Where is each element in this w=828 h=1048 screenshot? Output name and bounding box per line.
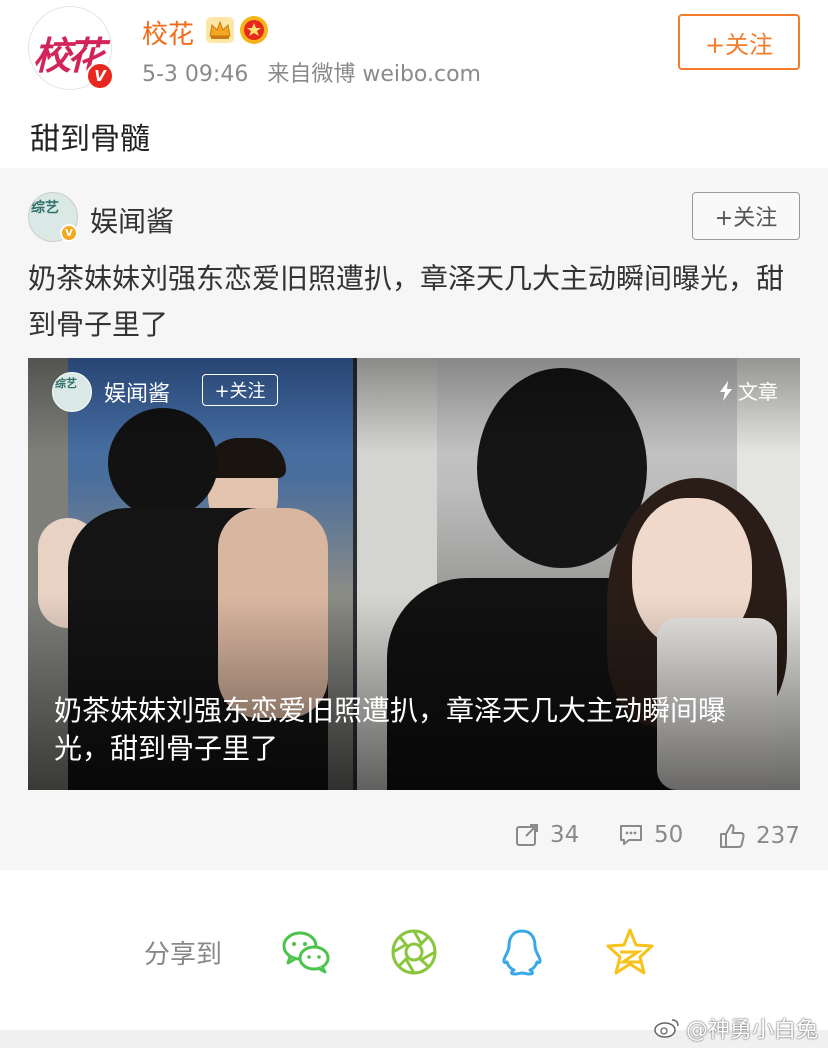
comment-count: 50: [654, 822, 684, 848]
wechat-icon[interactable]: [280, 926, 332, 978]
like-count: 237: [756, 823, 800, 849]
weibo-post: 校花 V 校花 5-3 09:46 来自微博 weibo.com +关注 甜到骨…: [0, 0, 828, 168]
repost-avatar-text: 综艺: [31, 200, 59, 216]
repost-verified-badge: V: [60, 224, 78, 242]
media-caption: 奶茶妹妹刘强东恋爱旧照遭扒，章泽天几大主动瞬间曝光，甜到骨子里了: [54, 694, 727, 765]
post-source[interactable]: 来自微博 weibo.com: [267, 62, 481, 87]
stats-row: 34 50 237: [0, 818, 828, 858]
like-stat[interactable]: 237: [718, 822, 800, 850]
share-label: 分享到: [144, 940, 223, 970]
watermark-text: @神勇小白兔: [685, 1018, 818, 1043]
user-name[interactable]: 校花: [142, 14, 194, 51]
media-user-name[interactable]: 娱闻酱: [104, 376, 170, 408]
watermark: @神勇小白兔: [654, 1012, 818, 1044]
qq-icon[interactable]: [496, 926, 548, 978]
verified-badge: V: [86, 62, 114, 90]
repost-stat[interactable]: 34: [514, 822, 579, 848]
media-avatar[interactable]: 综艺: [52, 372, 92, 412]
comment-stat[interactable]: 50: [618, 822, 683, 848]
post-meta: 5-3 09:46 来自微博 weibo.com: [142, 56, 493, 88]
crown-icon: [206, 17, 234, 43]
moments-icon[interactable]: [388, 926, 440, 978]
share-bar: 分享到: [0, 870, 828, 1030]
post-text: 甜到骨髓: [30, 122, 150, 157]
article-label: 文章: [738, 380, 778, 404]
repost-card[interactable]: 综艺 V 娱闻酱 +关注 奶茶妹妹刘强东恋爱旧照遭扒，章泽天几大主动瞬间曝光，甜…: [0, 168, 828, 870]
media-follow-button[interactable]: +关注: [202, 374, 278, 406]
repost-text[interactable]: 奶茶妹妹刘强东恋爱旧照遭扒，章泽天几大主动瞬间曝光，甜到骨子里了: [28, 256, 788, 348]
comment-icon: [620, 825, 642, 845]
post-time: 5-3 09:46: [142, 62, 249, 87]
repost-follow-button[interactable]: +关注: [692, 192, 800, 240]
thumbs-up-icon: [720, 824, 745, 848]
repost-count: 34: [550, 822, 580, 848]
repost-icon: [516, 824, 538, 846]
lightning-icon: [720, 380, 732, 401]
weibo-logo-icon: [654, 1019, 679, 1038]
article-media[interactable]: 综艺 娱闻酱 +关注 文章 奶茶妹妹刘强东恋爱旧照遭扒，章泽天几大主动瞬间曝光，…: [28, 358, 800, 790]
media-avatar-text: 综艺: [55, 377, 77, 390]
follow-button[interactable]: +关注: [678, 14, 800, 70]
qzone-icon[interactable]: [604, 926, 656, 978]
article-type-label: 文章: [718, 376, 778, 405]
repost-user-name[interactable]: 娱闻酱: [90, 200, 174, 240]
medal-icon: [240, 16, 268, 44]
